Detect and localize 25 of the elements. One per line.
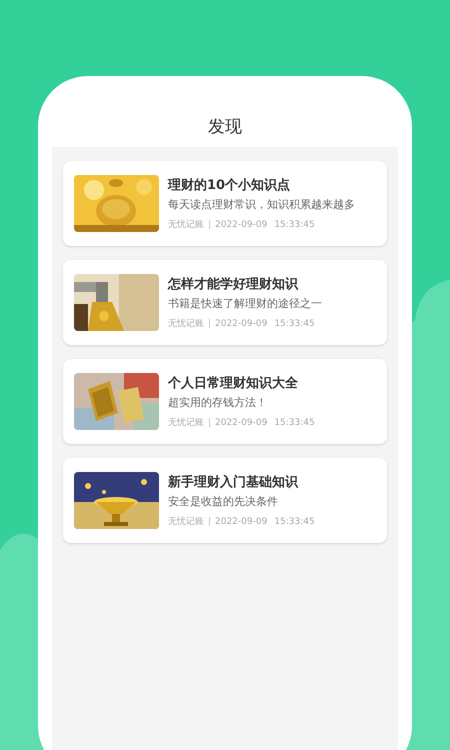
article-date: 2022-09-09 (215, 416, 268, 428)
article-summary: 书籍是快速了解理财的途径之一 (168, 296, 322, 312)
article-time: 15:33:45 (274, 318, 315, 330)
article-time: 15:33:45 (274, 218, 315, 230)
article-source: 无忧记账 (168, 218, 204, 230)
article-time: 15:33:45 (274, 416, 315, 428)
article-title: 个人日常理财知识大全 (168, 374, 299, 392)
article-card[interactable]: 新手理财入门基础知识 安全是收益的先决条件 无忧记账 2022-09-09 15:33:45 (63, 458, 387, 543)
article-card[interactable]: 理财的10个小知识点 每天读点理财常识，知识积累越来越多 无忧记账 2022-09-09 15:33:45 (63, 161, 387, 246)
article-summary: 每天读点理财常识，知识积累越来越多 (168, 196, 355, 212)
article-date: 2022-09-09 (215, 218, 268, 230)
article-card[interactable]: 个人日常理财知识大全 超实用的存钱方法！ 无忧记账 2022-09-09 15:33:45 (63, 359, 387, 444)
article-card[interactable]: 怎样才能学好理财知识 书籍是快速了解理财的途径之一 无忧记账 2022-09-09 15:33:45 (63, 260, 387, 345)
article-title: 怎样才能学好理财知识 (168, 276, 300, 294)
article-date: 2022-09-09 (215, 318, 268, 330)
article-title: 新手理财入门基础知识 (168, 474, 300, 492)
article-summary: 安全是收益的先决条件 (168, 494, 279, 510)
article-title: 理财的10个小知识点 (168, 176, 292, 194)
article-summary: 超实用的存钱方法！ (168, 394, 268, 410)
article-source: 无忧记账 (168, 318, 204, 330)
article-source: 无忧记账 (168, 516, 204, 528)
article-date: 2022-09-09 (215, 516, 268, 528)
article-source: 无忧记账 (168, 416, 204, 428)
page-title: 发现 (208, 116, 242, 138)
article-time: 15:33:45 (274, 516, 315, 528)
